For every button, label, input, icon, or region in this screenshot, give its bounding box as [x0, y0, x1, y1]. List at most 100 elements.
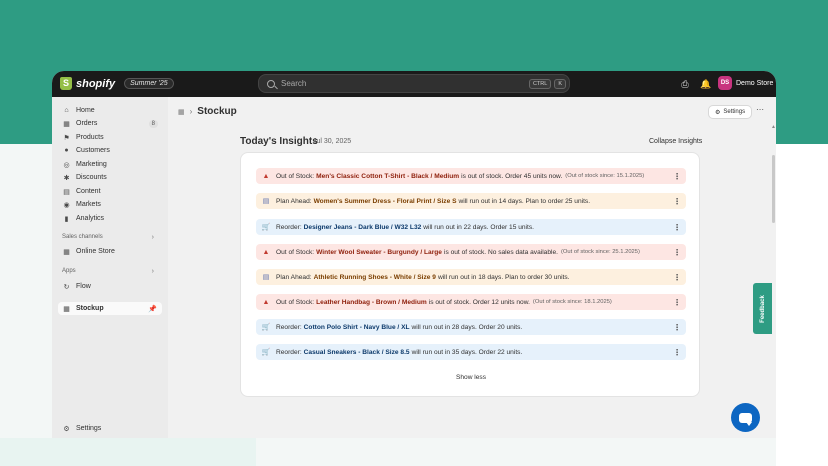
sidebar-item-orders[interactable]: ▦ Orders 8 — [58, 117, 162, 130]
discount-icon: ✱ — [63, 174, 70, 182]
main-content: ▦ › Stockup ⚙ Settings ⋯ ▲ Today's Insig… — [168, 97, 776, 438]
cart-icon: 🛒 — [261, 324, 271, 331]
insight-prefix: Out of Stock: — [276, 298, 315, 306]
sidebar-item-analytics[interactable]: ▮ Analytics — [58, 212, 162, 225]
person-icon: ● — [64, 147, 69, 154]
app-grid-icon[interactable]: ▦ — [178, 108, 185, 116]
show-less-button[interactable]: Show less — [241, 374, 701, 381]
insights-title: Today's Insights — [240, 136, 318, 147]
shopify-logo[interactable]: S shopify Summer '25 — [60, 77, 174, 90]
kebab-menu-icon[interactable]: ⋮ — [673, 197, 681, 206]
kebab-menu-icon[interactable]: ⋮ — [673, 248, 681, 257]
sidebar-item-flow[interactable]: ↻ Flow — [58, 280, 162, 293]
insight-row[interactable]: 🛒 Reorder: Designer Jeans - Dark Blue / … — [256, 219, 686, 235]
scroll-up-icon[interactable]: ▲ — [771, 124, 776, 130]
globe-icon: ◉ — [63, 201, 70, 209]
insight-row[interactable]: 🛒 Reorder: Cotton Polo Shirt - Navy Blue… — [256, 319, 686, 335]
app-window: S shopify Summer '25 CTRL K ⎙ 🔔 DS Demo … — [52, 71, 776, 438]
insight-prefix: Plan Ahead: — [276, 273, 312, 281]
insight-product: Athletic Running Shoes - White / Size 9 — [313, 273, 436, 281]
sidebar-item-label: Flow — [76, 283, 91, 290]
store-menu-button[interactable]: DS Demo Store — [718, 76, 773, 90]
sidebar-item-online-store[interactable]: ▦ Online Store — [58, 245, 162, 258]
kebab-menu-icon[interactable]: ⋮ — [673, 223, 681, 232]
feedback-label: Feedback — [759, 294, 766, 323]
store-name: Demo Store — [736, 79, 774, 87]
apps-heading[interactable]: Apps — [62, 268, 76, 274]
sidebar-item-marketing[interactable]: ◎ Marketing — [58, 158, 162, 171]
background-panel — [776, 144, 828, 466]
insight-message: is out of stock. No sales data available… — [443, 248, 558, 256]
sidebar-item-label: Content — [76, 188, 101, 195]
tag-icon: ⚑ — [63, 134, 70, 142]
sidebar-item-discounts[interactable]: ✱ Discounts — [58, 171, 162, 184]
store-avatar: DS — [718, 76, 732, 90]
target-icon: ◎ — [63, 161, 70, 169]
orders-count-badge: 8 — [148, 119, 158, 128]
home-icon: ⌂ — [64, 107, 69, 114]
sidebar-item-settings[interactable]: ⚙ Settings — [58, 422, 162, 435]
section-label: Sales channels — [62, 234, 103, 240]
insight-row[interactable]: ▲ Out of Stock: Leather Handbag - Brown … — [256, 294, 686, 310]
more-options-icon[interactable]: ⋯ — [756, 105, 764, 114]
bell-icon[interactable]: 🔔 — [700, 79, 711, 89]
background-strip — [0, 438, 256, 466]
kebab-menu-icon[interactable]: ⋮ — [673, 273, 681, 282]
insight-since: (Out of stock since: 18.1.2025) — [532, 299, 612, 305]
sidebar-item-label: Settings — [76, 425, 102, 432]
sales-channels-heading[interactable]: Sales channels — [62, 234, 103, 240]
insight-since: (Out of stock since: 25.1.2025) — [560, 249, 640, 255]
feedback-tab[interactable]: Feedback — [753, 283, 772, 334]
insight-row[interactable]: ▤ Plan Ahead: Athletic Running Shoes - W… — [256, 269, 686, 285]
insight-since: (Out of stock since: 15.1.2025) — [565, 173, 645, 179]
warning-icon: ▲ — [262, 172, 270, 180]
sidebar-item-stockup[interactable]: ▦ Stockup 📌 — [58, 302, 162, 315]
search-bar[interactable]: CTRL K — [258, 74, 570, 93]
edition-badge[interactable]: Summer '25 — [124, 78, 174, 89]
insight-product: Designer Jeans - Dark Blue / W32 L32 — [303, 223, 422, 231]
section-label: Apps — [62, 268, 76, 274]
scrollbar-thumb[interactable] — [772, 155, 775, 223]
app-grid-icon: ▦ — [63, 305, 70, 313]
logo-text: shopify — [76, 77, 116, 90]
sidebar-item-home[interactable]: ⌂ Home — [58, 104, 162, 117]
sidebar-item-customers[interactable]: ● Customers — [58, 144, 162, 157]
insight-message: will run out in 22 days. Order 15 units. — [423, 223, 534, 231]
kebab-menu-icon[interactable]: ⋮ — [673, 172, 681, 181]
search-icon — [267, 79, 275, 88]
insight-message: is out of stock. Order 45 units now. — [461, 172, 563, 180]
insight-row[interactable]: ▤ Plan Ahead: Women's Summer Dress - Flo… — [256, 193, 686, 209]
insight-message: is out of stock. Order 12 units now. — [428, 298, 530, 306]
insight-product: Cotton Polo Shirt - Navy Blue / XL — [303, 323, 410, 331]
printer-icon[interactable]: ⎙ — [680, 79, 690, 89]
insight-row[interactable]: 🛒 Reorder: Casual Sneakers - Black / Siz… — [256, 344, 686, 360]
settings-button[interactable]: ⚙ Settings — [708, 105, 753, 119]
pin-icon[interactable]: 📌 — [148, 305, 157, 313]
kebab-menu-icon[interactable]: ⋮ — [673, 323, 681, 332]
insight-row[interactable]: ▲ Out of Stock: Winter Wool Sweater - Bu… — [256, 244, 686, 260]
sidebar-item-label: Stockup — [76, 305, 104, 312]
sidebar-item-products[interactable]: ⚑ Products — [58, 131, 162, 144]
insight-prefix: Reorder: — [276, 348, 302, 356]
chat-icon — [739, 412, 752, 426]
sidebar-item-content[interactable]: ▤ Content — [58, 185, 162, 198]
insight-product: Casual Sneakers - Black / Size 8.5 — [303, 348, 410, 356]
shortcut-k-key: K — [554, 78, 566, 89]
kebab-menu-icon[interactable]: ⋮ — [673, 298, 681, 307]
chevron-right-icon[interactable]: › — [152, 268, 154, 275]
orders-icon: ▦ — [63, 120, 70, 128]
insight-message: will run out in 18 days. Plan to order 3… — [437, 273, 570, 281]
gear-icon: ⚙ — [715, 109, 721, 116]
sidebar-item-label: Analytics — [76, 215, 105, 222]
insight-row[interactable]: ▲ Out of Stock: Men's Classic Cotton T-S… — [256, 168, 686, 184]
sidebar-item-markets[interactable]: ◉ Markets — [58, 198, 162, 211]
insights-date: Jul 30, 2025 — [313, 138, 352, 145]
collapse-insights-button[interactable]: Collapse Insights — [649, 138, 702, 145]
insight-product: Winter Wool Sweater - Burgundy / Large — [316, 248, 442, 256]
chat-button[interactable] — [731, 403, 760, 432]
chevron-right-icon[interactable]: › — [152, 234, 154, 241]
sidebar-item-label: Discounts — [76, 174, 107, 181]
search-input[interactable] — [281, 79, 529, 88]
sidebar-item-label: Products — [76, 134, 104, 141]
kebab-menu-icon[interactable]: ⋮ — [673, 348, 681, 357]
